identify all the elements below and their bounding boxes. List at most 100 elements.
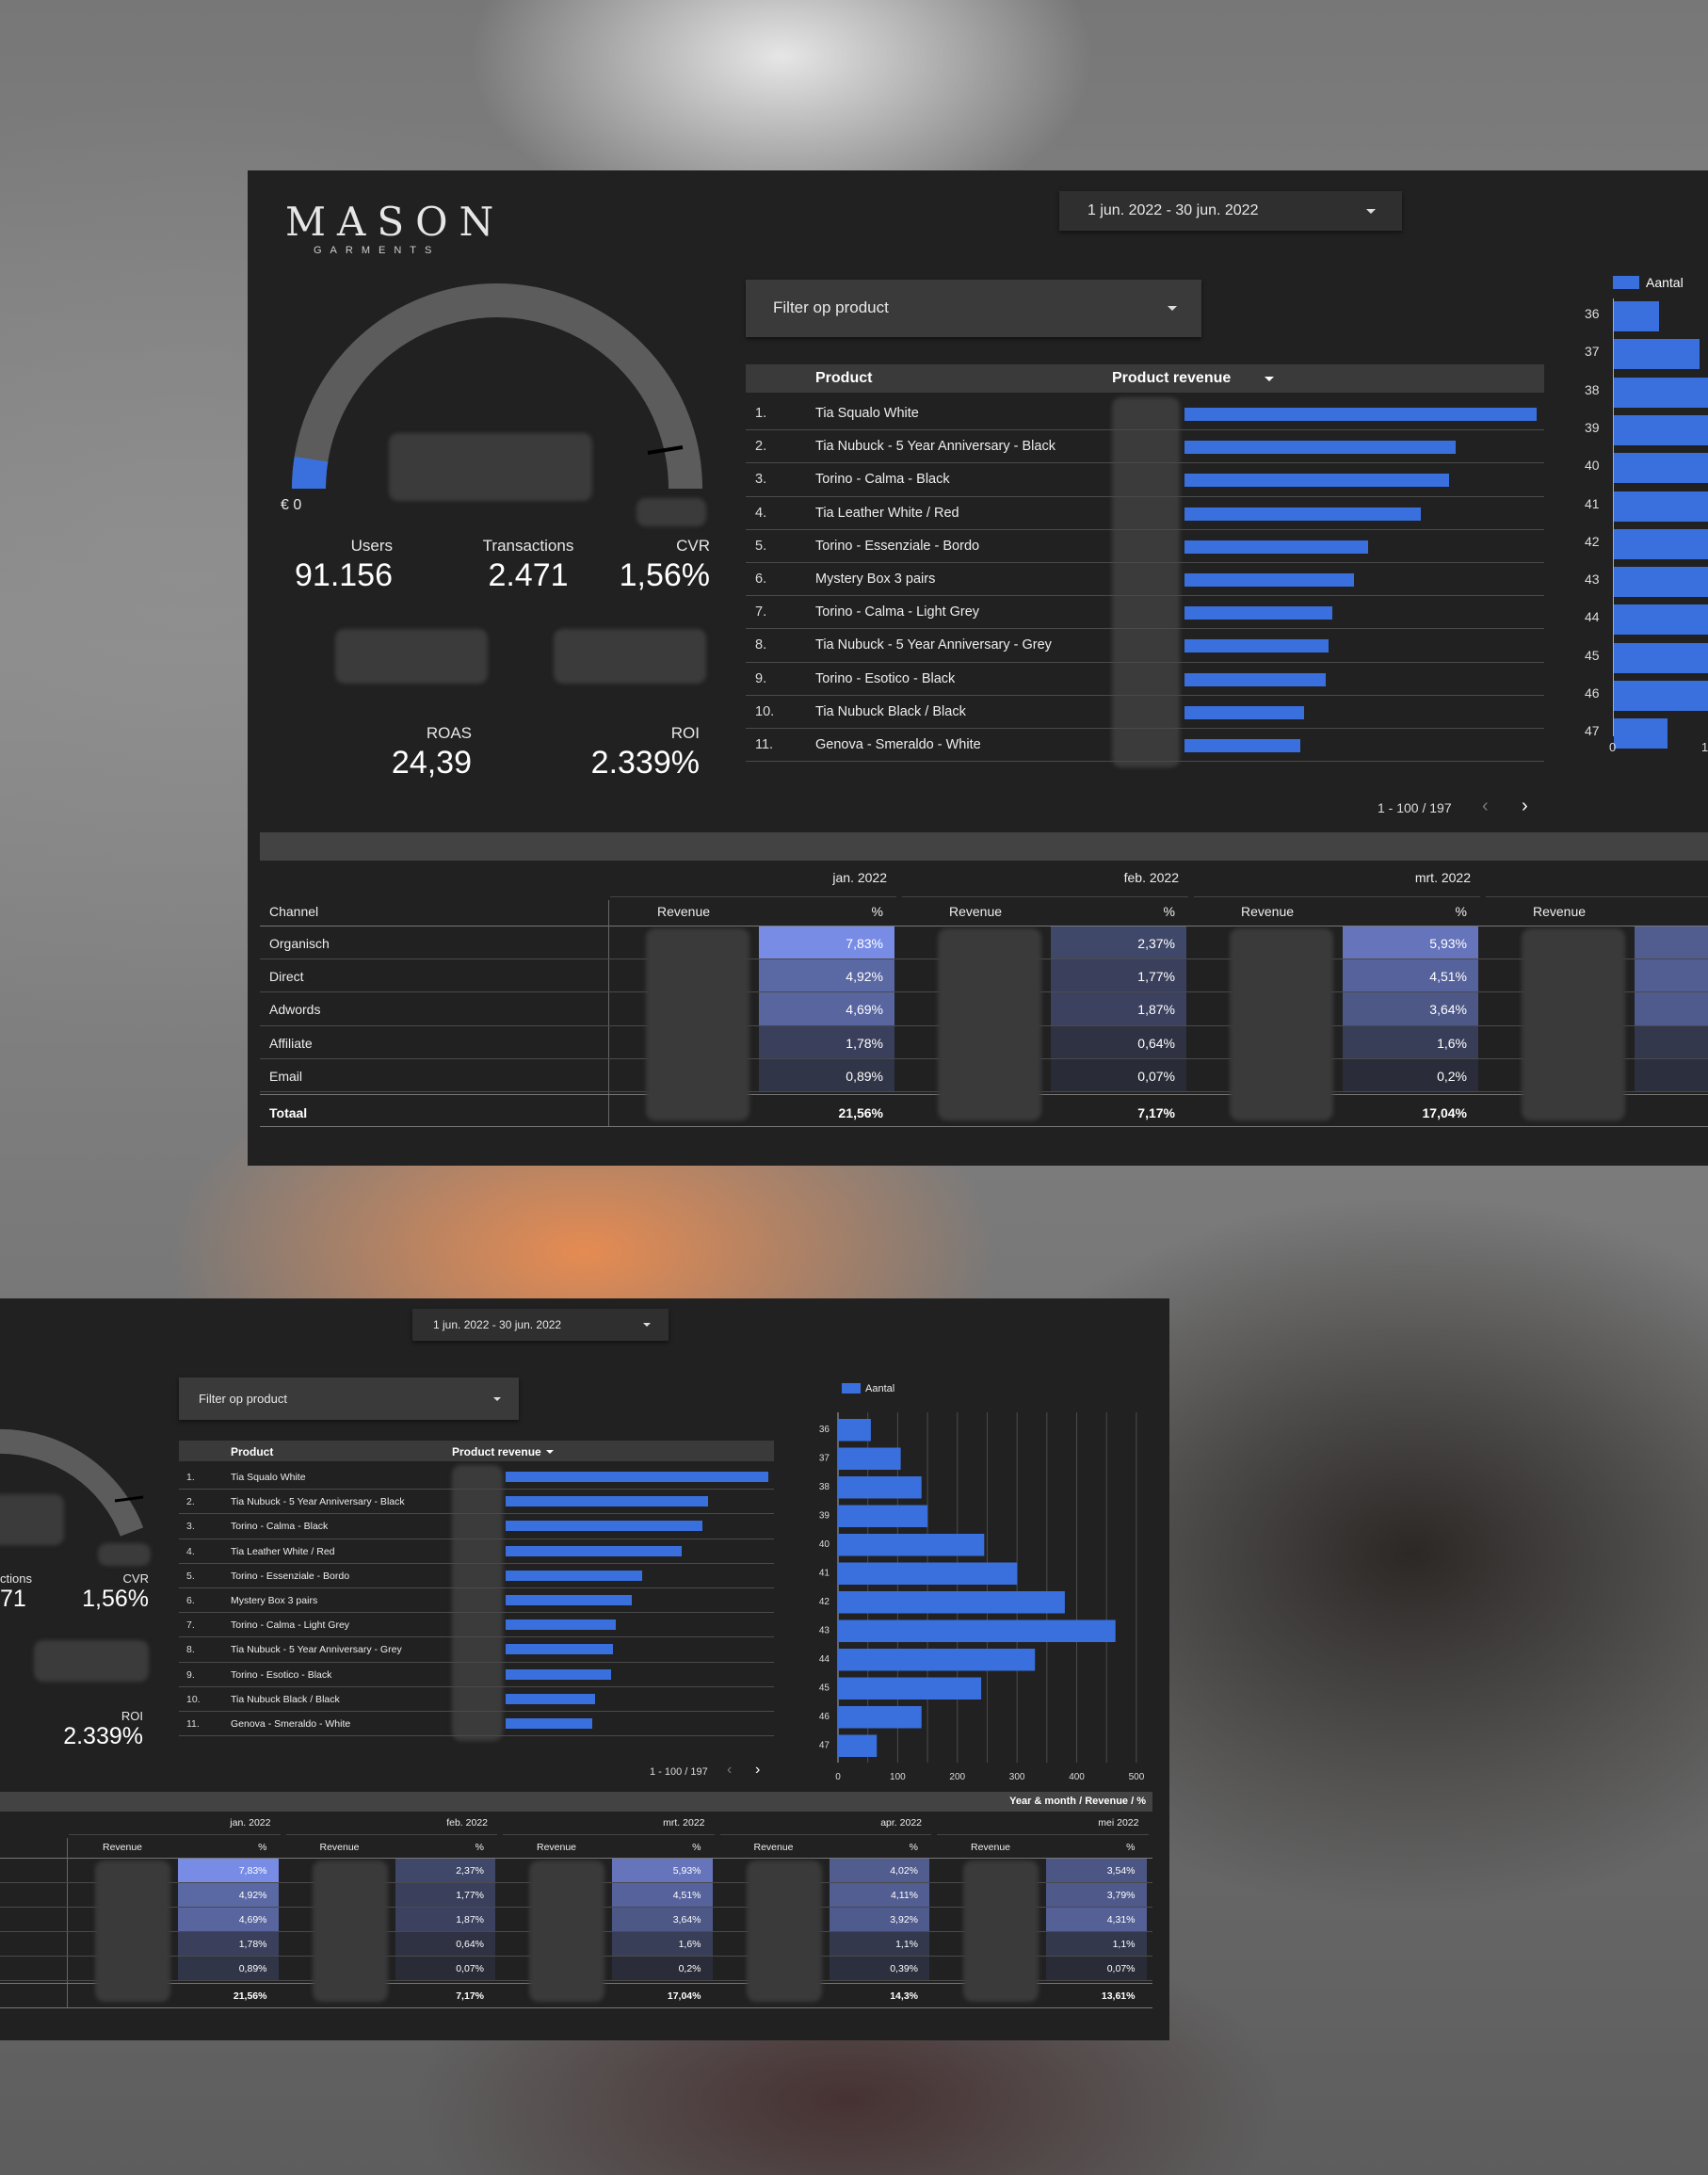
pct-cell: 2,37%: [395, 1859, 495, 1882]
product-row[interactable]: 10. Tia Nubuck Black / Black: [179, 1687, 774, 1712]
product-filter-dropdown[interactable]: Filter op product: [179, 1378, 519, 1420]
size-bar: [838, 1649, 1036, 1671]
product-name: Tia Nubuck - 5 Year Anniversary - Grey: [815, 637, 1052, 653]
date-range-dropdown[interactable]: 1 jun. 2022 - 30 jun. 2022: [412, 1309, 669, 1341]
column-header-product-revenue[interactable]: Product revenue: [452, 1445, 541, 1458]
product-row[interactable]: 3. Torino - Calma - Black: [746, 463, 1544, 497]
product-name: Tia Nubuck Black / Black: [815, 703, 966, 719]
pct-cell: 1,6%: [1343, 1025, 1478, 1058]
month-header-underline: [902, 896, 1188, 897]
logo-wordmark: MASON: [285, 199, 506, 245]
kpi-roi-value: 2.339%: [63, 1723, 143, 1749]
product-filter-dropdown[interactable]: Filter op product: [746, 280, 1201, 337]
column-header-product[interactable]: Product: [815, 370, 872, 387]
month-header-underline: [1194, 896, 1480, 897]
channel-column-divider: [608, 900, 609, 1126]
product-rank: 3.: [186, 1521, 195, 1533]
product-row[interactable]: 4. Tia Leather White / Red: [179, 1539, 774, 1564]
revenue-values-redacted: [963, 1861, 1039, 2002]
x-tick-label: 100: [890, 1772, 906, 1782]
product-row[interactable]: 6. Mystery Box 3 pairs: [746, 563, 1544, 597]
pct-cell: 1,1%: [1635, 1025, 1708, 1058]
pct-total: 21,56%: [233, 1990, 267, 2002]
product-row[interactable]: 3. Torino - Calma - Black: [179, 1514, 774, 1539]
pct-value: 0,07%: [456, 1963, 484, 1974]
size-bar: [1614, 528, 1708, 559]
product-row[interactable]: 2. Tia Nubuck - 5 Year Anniversary - Blac…: [746, 430, 1544, 464]
product-row[interactable]: 7. Torino - Calma - Light Grey: [746, 596, 1544, 630]
column-header-pct: %: [692, 1842, 701, 1853]
product-row[interactable]: 6. Mystery Box 3 pairs: [179, 1588, 774, 1614]
product-row[interactable]: 5. Torino - Essenziale - Bordo: [746, 530, 1544, 563]
revenue-values-redacted: [1230, 928, 1333, 1120]
size-bar: [838, 1447, 901, 1470]
channel-table-title-bar: [260, 832, 1708, 861]
legend-swatch: [842, 1383, 861, 1394]
product-row[interactable]: 9. Torino - Esotico - Black: [746, 663, 1544, 696]
channel-table-title-bar: Year & month / Revenue / %: [0, 1792, 1152, 1812]
product-row[interactable]: 8. Tia Nubuck - 5 Year Anniversary - Grey: [746, 629, 1544, 663]
pct-cell: 1,78%: [178, 1932, 279, 1956]
pct-value: 0,07%: [1137, 1068, 1175, 1084]
pct-cell: 1,87%: [395, 1908, 495, 1931]
y-tick-label: 42: [819, 1597, 830, 1607]
next-page-icon[interactable]: ›: [755, 1762, 760, 1779]
product-row[interactable]: 10. Tia Nubuck Black / Black: [746, 696, 1544, 729]
kpi-cvr-label: CVR: [122, 1571, 149, 1586]
product-rank: 4.: [755, 505, 767, 521]
sort-desc-icon[interactable]: [1265, 377, 1274, 381]
product-revenue-bar: [1184, 441, 1456, 455]
gauge-target-redacted: [636, 498, 706, 526]
product-row[interactable]: 2. Tia Nubuck - 5 Year Anniversary - Blac…: [179, 1490, 774, 1515]
product-row[interactable]: 9. Torino - Esotico - Black: [179, 1663, 774, 1687]
y-tick-label: 43: [1585, 572, 1600, 588]
revenue-values-redacted: [312, 1861, 388, 2002]
kpi-roi: ROI 2.339%: [47, 1709, 143, 1750]
product-row[interactable]: 8. Tia Nubuck - 5 Year Anniversary - Grey: [179, 1637, 774, 1663]
pct-cell: 4,51%: [1343, 959, 1478, 992]
product-row[interactable]: 11. Genova - Smeraldo - White: [179, 1712, 774, 1737]
kpi-roi: ROI 2.339%: [568, 724, 700, 781]
column-header-product[interactable]: Product: [231, 1445, 273, 1458]
chevron-down-icon: [643, 1323, 651, 1327]
previous-page-icon[interactable]: ‹: [727, 1762, 732, 1779]
product-rank: 5.: [755, 538, 767, 554]
month-header: mei 2022: [1098, 1817, 1139, 1829]
product-name: Genova - Smeraldo - White: [231, 1718, 351, 1730]
product-revenue-bar: [1184, 408, 1537, 421]
column-header-revenue: Revenue: [1532, 904, 1587, 919]
table-bottom-line: [260, 1126, 1708, 1127]
pct-cell: 3,92%: [829, 1908, 929, 1931]
product-row[interactable]: 11. Genova - Smeraldo - White: [746, 729, 1544, 763]
product-filter-placeholder: Filter op product: [773, 298, 889, 316]
next-page-icon[interactable]: ›: [1522, 796, 1528, 817]
date-range-dropdown[interactable]: 1 jun. 2022 - 30 jun. 2022: [1059, 191, 1402, 231]
y-tick-label: 37: [819, 1454, 830, 1464]
column-header-pct: %: [1163, 904, 1175, 919]
pct-cell: 1,6%: [612, 1932, 713, 1956]
product-revenue-bar: [506, 1595, 632, 1605]
kpi-redacted-2: [554, 629, 706, 684]
column-header-revenue: Revenue: [970, 1842, 1011, 1853]
previous-page-icon[interactable]: ‹: [1482, 796, 1489, 817]
y-tick-label: 40: [1585, 458, 1600, 474]
pct-cell: 0,2%: [1343, 1058, 1478, 1091]
month-header: apr. 2022: [1484, 870, 1708, 885]
column-header-product-revenue[interactable]: Product revenue: [1112, 370, 1231, 387]
pct-cell: 0,89%: [178, 1957, 279, 1980]
product-row[interactable]: 1. Tia Squalo White: [746, 397, 1544, 431]
month-header: apr. 2022: [880, 1817, 922, 1829]
pct-value: 1,6%: [678, 1939, 701, 1950]
kpi-cvr-value: 1,56%: [82, 1586, 149, 1612]
brand-logo: MASON GARMENTS: [285, 199, 505, 256]
product-name: Torino - Esotico - Black: [231, 1668, 332, 1681]
product-row[interactable]: 7. Torino - Calma - Light Grey: [179, 1613, 774, 1638]
product-row[interactable]: 5. Torino - Essenziale - Bordo: [179, 1564, 774, 1588]
product-row[interactable]: 4. Tia Leather White / Red: [746, 497, 1544, 530]
product-rank: 11.: [755, 737, 774, 752]
y-tick-label: 46: [1585, 685, 1600, 701]
sort-desc-icon[interactable]: [546, 1450, 554, 1454]
pct-total: 14,3%: [1635, 1105, 1708, 1120]
pct-value: 7,83%: [846, 936, 883, 951]
product-row[interactable]: 1. Tia Squalo White: [179, 1465, 774, 1490]
